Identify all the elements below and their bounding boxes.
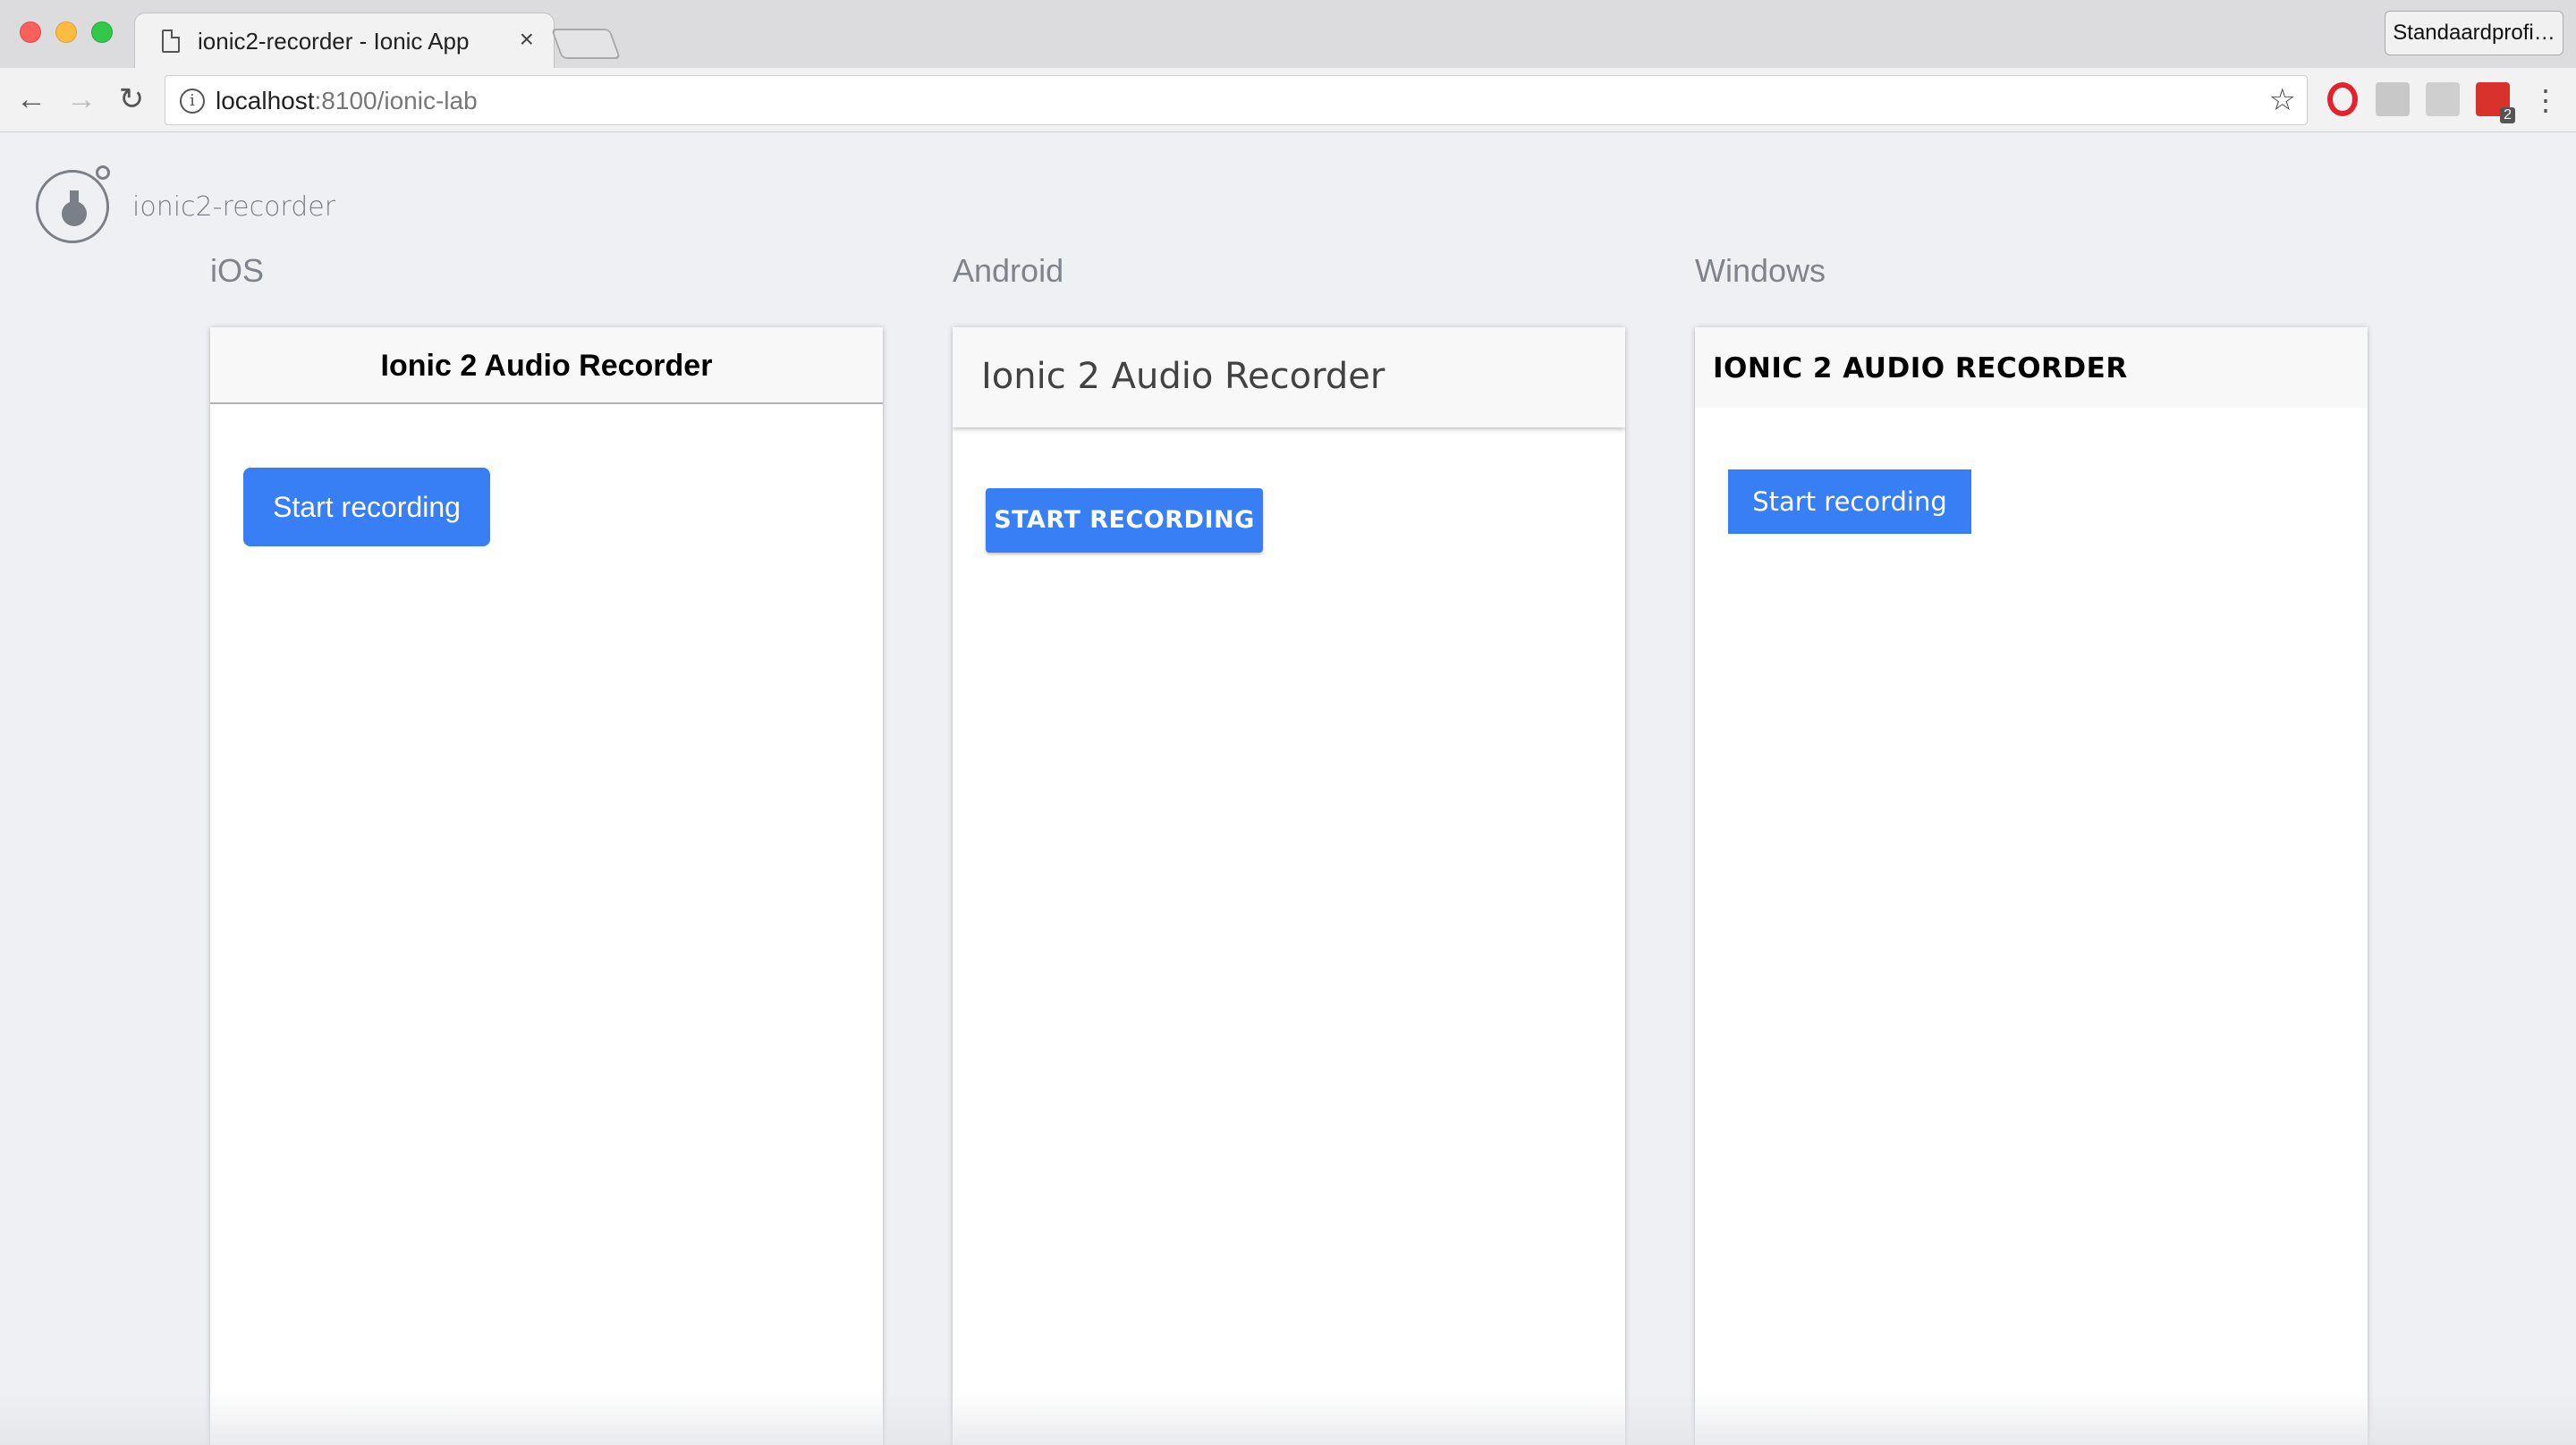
windows-toolbar: IONIC 2 AUDIO RECORDER: [1695, 327, 2368, 408]
reader-extension-icon[interactable]: [2376, 82, 2410, 116]
close-tab-icon[interactable]: ×: [520, 26, 534, 53]
reload-icon[interactable]: ↻: [113, 80, 150, 118]
bookmark-star-icon[interactable]: ☆: [2269, 83, 2296, 117]
maximize-window-button[interactable]: [91, 21, 113, 43]
platform-label-windows: Windows: [1695, 252, 1826, 289]
logo-flask: [62, 201, 87, 226]
url-host: localhost: [216, 87, 315, 114]
ios-start-recording-button[interactable]: Start recording: [243, 468, 490, 546]
back-arrow-icon[interactable]: ←: [13, 80, 50, 118]
logo-bubble: [96, 165, 110, 180]
device-preview-android: Ionic 2 Audio Recorder START RECORDING: [953, 327, 1625, 1445]
browser-menu-icon[interactable]: ⋮: [2531, 82, 2560, 118]
document-icon: [162, 30, 180, 53]
browser-toolbar: ← → ↻ i localhost:8100/ionic-lab ☆ 2 ⋮: [0, 68, 2576, 132]
site-info-icon[interactable]: i: [180, 89, 205, 114]
address-bar[interactable]: i localhost:8100/ionic-lab ☆: [165, 75, 2308, 125]
windows-start-recording-button[interactable]: Start recording: [1728, 469, 1971, 534]
android-toolbar: Ionic 2 Audio Recorder: [953, 327, 1625, 427]
ios-toolbar: Ionic 2 Audio Recorder: [210, 327, 883, 404]
calendar-extension-icon[interactable]: 2: [2476, 82, 2515, 123]
opera-extension-icon[interactable]: [2327, 82, 2358, 116]
platform-label-ios: iOS: [210, 252, 265, 289]
ios-page-title: Ionic 2 Audio Recorder: [380, 349, 713, 383]
url-path: :8100/ionic-lab: [314, 87, 478, 114]
close-window-button[interactable]: [20, 21, 41, 43]
new-tab-button[interactable]: [550, 29, 622, 59]
platform-label-android: Android: [953, 252, 1064, 289]
extension-badge: 2: [2500, 107, 2515, 123]
minimize-window-button[interactable]: [55, 21, 77, 43]
app-name: ionic2-recorder: [132, 191, 336, 223]
browser-tab-strip: ionic2-recorder - Ionic App × Standaardp…: [0, 0, 2576, 68]
ionic-lab-logo-icon: [36, 165, 110, 243]
windows-page-title: IONIC 2 AUDIO RECORDER: [1713, 352, 2128, 384]
url-text[interactable]: localhost:8100/ionic-lab: [216, 87, 478, 115]
android-page-title: Ionic 2 Audio Recorder: [981, 356, 1385, 397]
browser-tab-active[interactable]: ionic2-recorder - Ionic App ×: [134, 13, 555, 68]
tab-title: ionic2-recorder - Ionic App: [198, 28, 470, 55]
profile-button[interactable]: Standaardprofi…: [2385, 11, 2563, 55]
device-preview-ios: Ionic 2 Audio Recorder Start recording: [210, 327, 883, 1445]
android-start-recording-button[interactable]: START RECORDING: [986, 488, 1263, 553]
forward-arrow-icon[interactable]: →: [63, 80, 100, 118]
device-preview-windows: IONIC 2 AUDIO RECORDER Start recording: [1695, 327, 2368, 1445]
cast-extension-icon[interactable]: [2426, 82, 2460, 116]
